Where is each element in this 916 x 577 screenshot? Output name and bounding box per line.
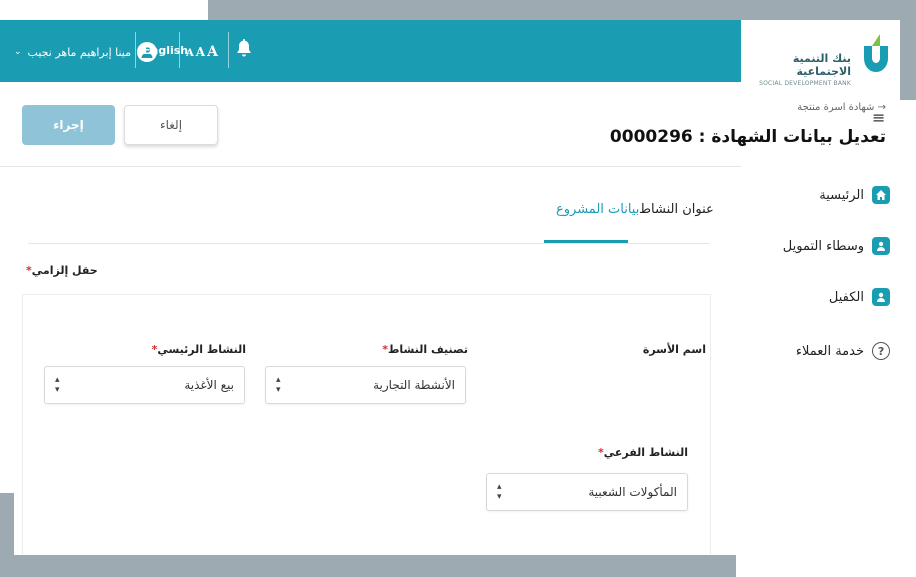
family-name-label: اسم الأسرة	[642, 343, 706, 356]
font-medium[interactable]: A	[196, 45, 205, 59]
bank-logo-icon[interactable]	[858, 30, 892, 76]
user-name: مينا إبراهيم ماهر نجيب	[27, 45, 131, 59]
submit-button[interactable]: إجراء	[22, 105, 115, 145]
bank-logo-text: بنك التنمية الاجتماعية SOCIAL DEVELOPMEN…	[756, 52, 851, 87]
sidebar-item-intermediaries[interactable]: وسطاء التمويل	[783, 237, 890, 255]
select-arrow-icon: ▴ ▾	[497, 482, 502, 502]
sidebar-item-home[interactable]: الرئيسية	[819, 186, 890, 204]
sidebar-item-guarantor[interactable]: الكفيل	[829, 288, 890, 306]
logo-arabic: بنك التنمية الاجتماعية	[792, 52, 851, 78]
frame-background	[0, 555, 736, 577]
sidebar-item-label: خدمة العملاء	[795, 343, 864, 359]
page-title: تعديل بيانات الشهادة : 0000296	[609, 127, 886, 147]
font-large[interactable]: A	[207, 44, 218, 60]
form-card	[22, 294, 711, 555]
top-bar: ⌄ مينا إبراهيم ماهر نجيب English AAA	[0, 20, 741, 82]
logo-english: SOCIAL DEVELOPMENT BANK	[759, 80, 851, 87]
frame-background	[900, 20, 916, 100]
header-divider	[135, 32, 136, 68]
person-icon	[872, 288, 890, 306]
sidebar-item-label: الكفيل	[828, 289, 864, 305]
breadcrumb-link[interactable]: شهادة اسرة منتجة	[797, 102, 874, 113]
font-small[interactable]: A	[186, 48, 194, 59]
sidebar-item-customer-service[interactable]: ? خدمة العملاء	[796, 342, 890, 360]
tab-activity-address[interactable]: عنوان النشاط	[639, 202, 714, 217]
language-switch[interactable]: English	[143, 44, 188, 57]
sidebar	[741, 100, 916, 577]
sidebar-item-label: وسطاء التمويل	[782, 238, 864, 254]
font-size-control[interactable]: AAA	[186, 41, 220, 60]
main-activity-label: النشاط الرئيسي*	[151, 343, 246, 356]
tab-project-data[interactable]: بيانات المشروع	[556, 202, 639, 217]
sub-activity-label: النشاط الفرعي*	[597, 446, 688, 459]
home-icon	[872, 186, 890, 204]
header-separator	[0, 166, 741, 167]
arrow-right-icon: →	[877, 102, 886, 113]
chevron-down-icon: ⌄	[14, 47, 22, 57]
required-field-note: حقل إلزامي*	[26, 264, 98, 277]
tab-underline	[28, 243, 710, 244]
frame-corner	[0, 0, 208, 20]
selected-value: بيع الأغذية	[184, 378, 234, 392]
sidebar-item-label: الرئيسية	[819, 187, 864, 203]
select-arrow-icon: ▴ ▾	[276, 375, 281, 395]
frame-background	[208, 0, 916, 20]
breadcrumb[interactable]: → شهادة اسرة منتجة	[797, 102, 886, 113]
activity-class-select[interactable]: الأنشطة التجارية ▴ ▾	[265, 366, 466, 404]
active-tab-indicator	[544, 240, 628, 243]
cancel-button[interactable]: إلغاء	[124, 105, 218, 145]
person-icon	[872, 237, 890, 255]
bell-icon[interactable]	[236, 38, 252, 58]
selected-value: الأنشطة التجارية	[373, 378, 455, 392]
header-divider	[179, 32, 180, 68]
sub-activity-select[interactable]: المأكولات الشعبية ▴ ▾	[486, 473, 688, 511]
selected-value: المأكولات الشعبية	[588, 485, 677, 499]
question-icon: ?	[872, 342, 890, 360]
select-arrow-icon: ▴ ▾	[55, 375, 60, 395]
header-divider	[228, 32, 229, 68]
main-activity-select[interactable]: بيع الأغذية ▴ ▾	[44, 366, 245, 404]
activity-class-label: تصنيف النشاط*	[382, 343, 468, 356]
